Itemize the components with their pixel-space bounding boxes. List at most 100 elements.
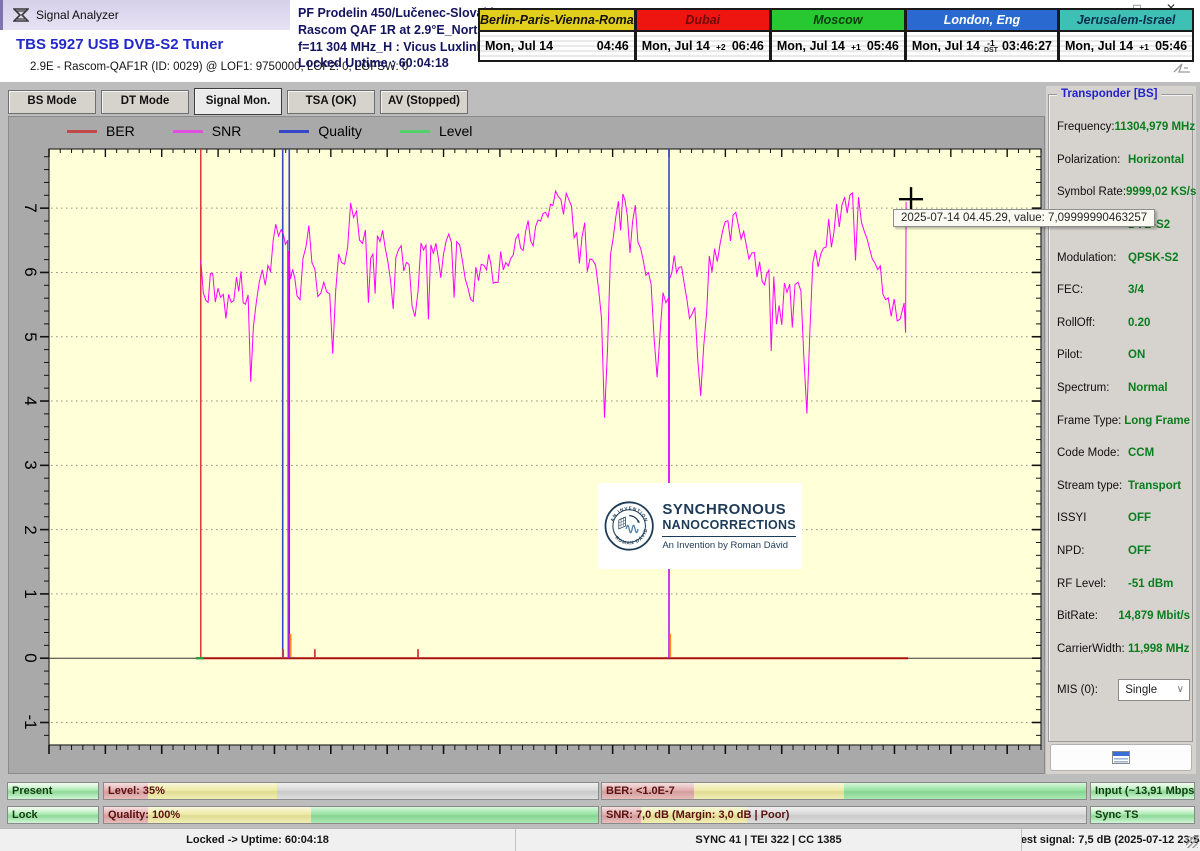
y-axis-label: 4 bbox=[20, 390, 40, 412]
clock-offset: +2 bbox=[710, 42, 732, 51]
site-info-line: Rascom QAF 1R at 2.9°E_North bbox=[298, 22, 501, 39]
watermark-logo: AN INVENTION BY ROMAN DÁVID SYNCHRONOUS … bbox=[598, 483, 802, 569]
resize-grip[interactable] bbox=[1186, 836, 1198, 848]
clock-city: London, Eng bbox=[907, 10, 1057, 32]
data-tooltip: 2025-07-14 04.45.29, value: 7,0999999046… bbox=[893, 209, 1155, 227]
clock-body: Mon, Jul 14+105:46 bbox=[772, 32, 904, 60]
field-value: CCM bbox=[1128, 447, 1154, 459]
field-value: Transport bbox=[1128, 480, 1181, 492]
clock-moscow: MoscowMon, Jul 14+105:46 bbox=[770, 8, 905, 62]
clock-offset bbox=[575, 46, 597, 47]
field-value: Normal bbox=[1128, 382, 1168, 394]
clock-time: 05:46 bbox=[867, 39, 899, 53]
signal-chart: BERSNRQualityLevel -101234567 bbox=[8, 116, 1045, 774]
transponder-row: Spectrum:Normal bbox=[1057, 372, 1190, 405]
transponder-row: CarrierWidth:11,998 MHz bbox=[1057, 633, 1190, 666]
clock-date: Mon, Jul 14 bbox=[1065, 39, 1133, 53]
clock-body: Mon, Jul 14+105:46 bbox=[1060, 32, 1192, 60]
meter-label: BER: <1.0E-7 bbox=[606, 783, 675, 799]
chart-legend: BERSNRQualityLevel bbox=[67, 119, 472, 143]
field-label: Code Mode: bbox=[1057, 447, 1128, 459]
field-label: Frequency: bbox=[1057, 121, 1115, 133]
site-info-line: PF Prodelin 450/Lučenec-Slovakia bbox=[298, 5, 501, 22]
meter-label: Quality: 100% bbox=[108, 807, 180, 823]
field-label: NPD: bbox=[1057, 545, 1128, 557]
meter-present: Present bbox=[7, 782, 99, 800]
y-axis-label: 0 bbox=[20, 647, 40, 669]
field-value: OFF bbox=[1128, 545, 1151, 557]
logo-title2: NANOCORRECTIONS bbox=[662, 518, 796, 532]
meter-gloss bbox=[104, 783, 598, 799]
clock-berlin-paris-vienna-roma: Berlin-Paris-Vienna-RomaMon, Jul 1404:46 bbox=[478, 8, 635, 62]
status-bar: Locked -> Uptime: 60:04:18 SYNC 41 | TEI… bbox=[0, 828, 1200, 851]
site-info-line: f=11 304 MHz_H : Vicus Luxlink bbox=[298, 39, 501, 56]
meter-lock: Lock bbox=[7, 806, 99, 824]
tab-av-stopped-[interactable]: AV (Stopped) bbox=[380, 90, 468, 114]
field-label: ISSYI bbox=[1057, 512, 1128, 524]
transponder-row: Code Mode:CCM bbox=[1057, 437, 1190, 470]
clock-body: Mon, Jul 1404:46 bbox=[480, 32, 634, 60]
transponder-row: ISSYIOFF bbox=[1057, 502, 1190, 535]
meter-quality: Quality: 100% bbox=[103, 806, 599, 824]
signature-mark bbox=[1172, 62, 1192, 74]
status-best-signal: Best signal: 7,5 dB (2025-07-12 23:58) bbox=[1022, 829, 1200, 851]
field-value: 9999,02 KS/s bbox=[1126, 186, 1196, 198]
field-value: 0.20 bbox=[1128, 317, 1150, 329]
transport-list-button[interactable] bbox=[1050, 744, 1192, 771]
y-axis-label: -1 bbox=[20, 711, 40, 733]
logo-divider bbox=[662, 536, 796, 537]
tab-signal-mon-[interactable]: Signal Mon. bbox=[194, 88, 282, 115]
clock-date: Mon, Jul 14 bbox=[777, 39, 845, 53]
plot-background bbox=[49, 149, 1041, 745]
clock-offset: -1DST bbox=[980, 38, 1002, 55]
meter-sync: Sync TS bbox=[1090, 806, 1195, 824]
clock-city: Dubai bbox=[637, 10, 769, 32]
field-value: Horizontal bbox=[1128, 154, 1184, 166]
field-label: Polarization: bbox=[1057, 154, 1128, 166]
transponder-row: NPD:OFF bbox=[1057, 535, 1190, 568]
y-axis-label: 5 bbox=[20, 326, 40, 348]
field-label: CarrierWidth: bbox=[1057, 643, 1128, 655]
field-label: Modulation: bbox=[1057, 252, 1128, 264]
tab-bs-mode[interactable]: BS Mode bbox=[8, 90, 96, 114]
tab-tsa-ok-[interactable]: TSA (OK) bbox=[287, 90, 375, 114]
legend-swatch bbox=[173, 130, 203, 133]
groupbox-title: Transponder [BS] bbox=[1057, 88, 1161, 100]
meter-label: Sync TS bbox=[1095, 807, 1138, 823]
world-clocks: Berlin-Paris-Vienna-RomaMon, Jul 1404:46… bbox=[478, 8, 1192, 62]
legend-label: SNR bbox=[212, 123, 242, 139]
meter-snr: SNR: 7,0 dB (Margin: 3,0 dB | Poor) bbox=[601, 806, 1087, 824]
mis-row: MIS (0):Single∨ bbox=[1057, 674, 1190, 707]
site-info: PF Prodelin 450/Lučenec-Slovakia Rascom … bbox=[298, 5, 501, 72]
y-axis-label: 3 bbox=[20, 454, 40, 476]
meter-label: SNR: 7,0 dB (Margin: 3,0 dB | Poor) bbox=[606, 807, 789, 823]
plot-area[interactable] bbox=[9, 143, 1044, 771]
transponder-fields: Frequency:11304,979 MHzPolarization:Hori… bbox=[1057, 111, 1190, 707]
transponder-row: RollOff:0.20 bbox=[1057, 307, 1190, 340]
clock-date: Mon, Jul 14 bbox=[912, 39, 980, 53]
legend-label: Level bbox=[439, 123, 472, 139]
legend-item-ber: BER bbox=[67, 123, 135, 139]
field-value: ON bbox=[1128, 349, 1145, 361]
logo-badge-icon: AN INVENTION BY ROMAN DÁVID bbox=[604, 492, 654, 560]
tab-dt-mode[interactable]: DT Mode bbox=[101, 90, 189, 114]
meter-input: Input (~13,91 Mbps) bbox=[1090, 782, 1195, 800]
clock-city: Berlin-Paris-Vienna-Roma bbox=[480, 10, 634, 32]
transponder-row: BitRate:14,879 Mbit/s bbox=[1057, 600, 1190, 633]
mode-tabs: BS ModeDT ModeSignal Mon.TSA (OK)AV (Sto… bbox=[8, 90, 468, 115]
transponder-row: Polarization:Horizontal bbox=[1057, 144, 1190, 177]
y-axis-label: 2 bbox=[20, 519, 40, 541]
clock-offset: +1 bbox=[1133, 42, 1155, 51]
field-label: Pilot: bbox=[1057, 349, 1128, 361]
tuner-title: TBS 5927 USB DVB-S2 Tuner bbox=[16, 36, 223, 53]
chevron-down-icon: ∨ bbox=[1177, 680, 1184, 700]
field-label: Frame Type: bbox=[1057, 415, 1124, 427]
mis-dropdown[interactable]: Single∨ bbox=[1118, 679, 1190, 701]
transponder-row: FEC:3/4 bbox=[1057, 274, 1190, 307]
field-label: Stream type: bbox=[1057, 480, 1128, 492]
clock-time: 03:46:27 bbox=[1002, 39, 1052, 53]
clock-body: Mon, Jul 14-1DST03:46:27 bbox=[907, 32, 1057, 60]
meter-label: Input (~13,91 Mbps) bbox=[1095, 783, 1195, 799]
legend-swatch bbox=[279, 130, 309, 133]
clock-time: 04:46 bbox=[597, 39, 629, 53]
